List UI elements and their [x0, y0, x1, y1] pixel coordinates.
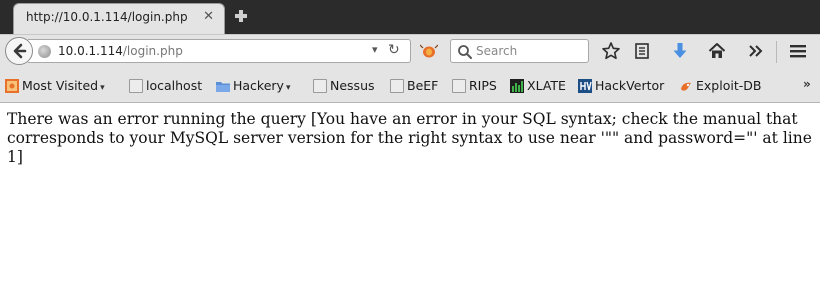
bookmark-label: Hackery	[233, 78, 284, 93]
new-tab-icon[interactable]	[234, 9, 248, 23]
bookmarks-toolbar: Most Visited ▾ localhost Hackery ▾ Nessus …	[0, 68, 820, 103]
page-icon	[313, 79, 327, 93]
close-icon[interactable]: ✕	[203, 10, 214, 24]
bookmark-label: XLATE	[527, 78, 566, 93]
bookmark-label: RIPS	[469, 78, 497, 93]
tab-title: http://10.0.1.114/login.php	[26, 10, 188, 24]
bookmark-hackvertor[interactable]: HackVertor	[578, 78, 670, 94]
url-path: /login.php	[122, 44, 183, 58]
bookmarks-overflow-button[interactable]: »	[803, 77, 811, 91]
hamburger-menu-icon[interactable]	[788, 41, 808, 61]
bookmark-most-visited[interactable]: Most Visited ▾	[5, 78, 117, 94]
bookmark-beef[interactable]: BeEF	[390, 78, 444, 94]
active-tab[interactable]: http://10.0.1.114/login.php ✕	[13, 3, 225, 34]
most-visited-icon	[5, 79, 19, 93]
navigation-toolbar: 10.0.1.114/login.php ▾ ↻ Search	[0, 34, 820, 68]
bookmark-label: Nessus	[330, 78, 375, 93]
reload-icon[interactable]: ↻	[388, 42, 400, 58]
search-icon	[458, 45, 472, 59]
back-arrow-icon	[13, 43, 27, 59]
search-placeholder: Search	[476, 44, 518, 58]
chevron-down-icon: ▾	[285, 83, 291, 93]
bookmark-folder-hackery[interactable]: Hackery ▾	[216, 78, 300, 94]
home-icon[interactable]	[707, 41, 727, 61]
chevron-down-icon: ▾	[100, 83, 105, 93]
exploit-db-icon	[681, 82, 691, 91]
url-host: 10.0.1.114	[58, 44, 123, 58]
bookmark-star-icon[interactable]	[601, 41, 621, 61]
page-icon	[390, 79, 404, 93]
hackvertor-icon	[578, 79, 592, 93]
search-box[interactable]: Search	[450, 39, 589, 63]
xlate-icon	[510, 79, 524, 93]
tab-strip: http://10.0.1.114/login.php ✕	[0, 0, 820, 34]
bookmark-label: Exploit-DB	[696, 78, 762, 93]
download-icon[interactable]	[670, 41, 690, 61]
bookmark-label: HackVertor	[595, 78, 665, 93]
more-tools-chevron-icon[interactable]	[745, 41, 765, 61]
url-text[interactable]: 10.0.1.114/login.php	[58, 44, 183, 58]
bookmark-label: BeEF	[407, 78, 439, 93]
sql-error-message: There was an error running the query [Yo…	[7, 110, 812, 166]
bookmark-label: localhost	[146, 78, 203, 93]
bookmark-label: Most Visited	[22, 78, 99, 93]
back-button[interactable]	[5, 37, 33, 65]
page-content: There was an error running the query [Yo…	[0, 104, 820, 292]
page-icon	[452, 79, 466, 93]
history-dropdown-icon[interactable]: ▾	[372, 43, 378, 56]
bookmark-localhost[interactable]: localhost	[129, 78, 207, 94]
bookmark-rips[interactable]: RIPS	[452, 78, 502, 94]
bookmark-exploit-db[interactable]: Exploit-DB	[679, 78, 767, 94]
site-identity-icon[interactable]	[38, 45, 51, 58]
bookmark-nessus[interactable]: Nessus	[313, 78, 381, 94]
bookmark-xlate[interactable]: XLATE	[510, 78, 572, 94]
firebug-icon[interactable]	[420, 43, 438, 59]
url-bar[interactable]: 10.0.1.114/login.php ▾ ↻	[28, 39, 411, 63]
bookmarks-menu-icon[interactable]	[632, 41, 652, 61]
folder-icon	[216, 82, 230, 92]
toolbar-separator	[776, 41, 777, 63]
page-icon	[129, 79, 143, 93]
